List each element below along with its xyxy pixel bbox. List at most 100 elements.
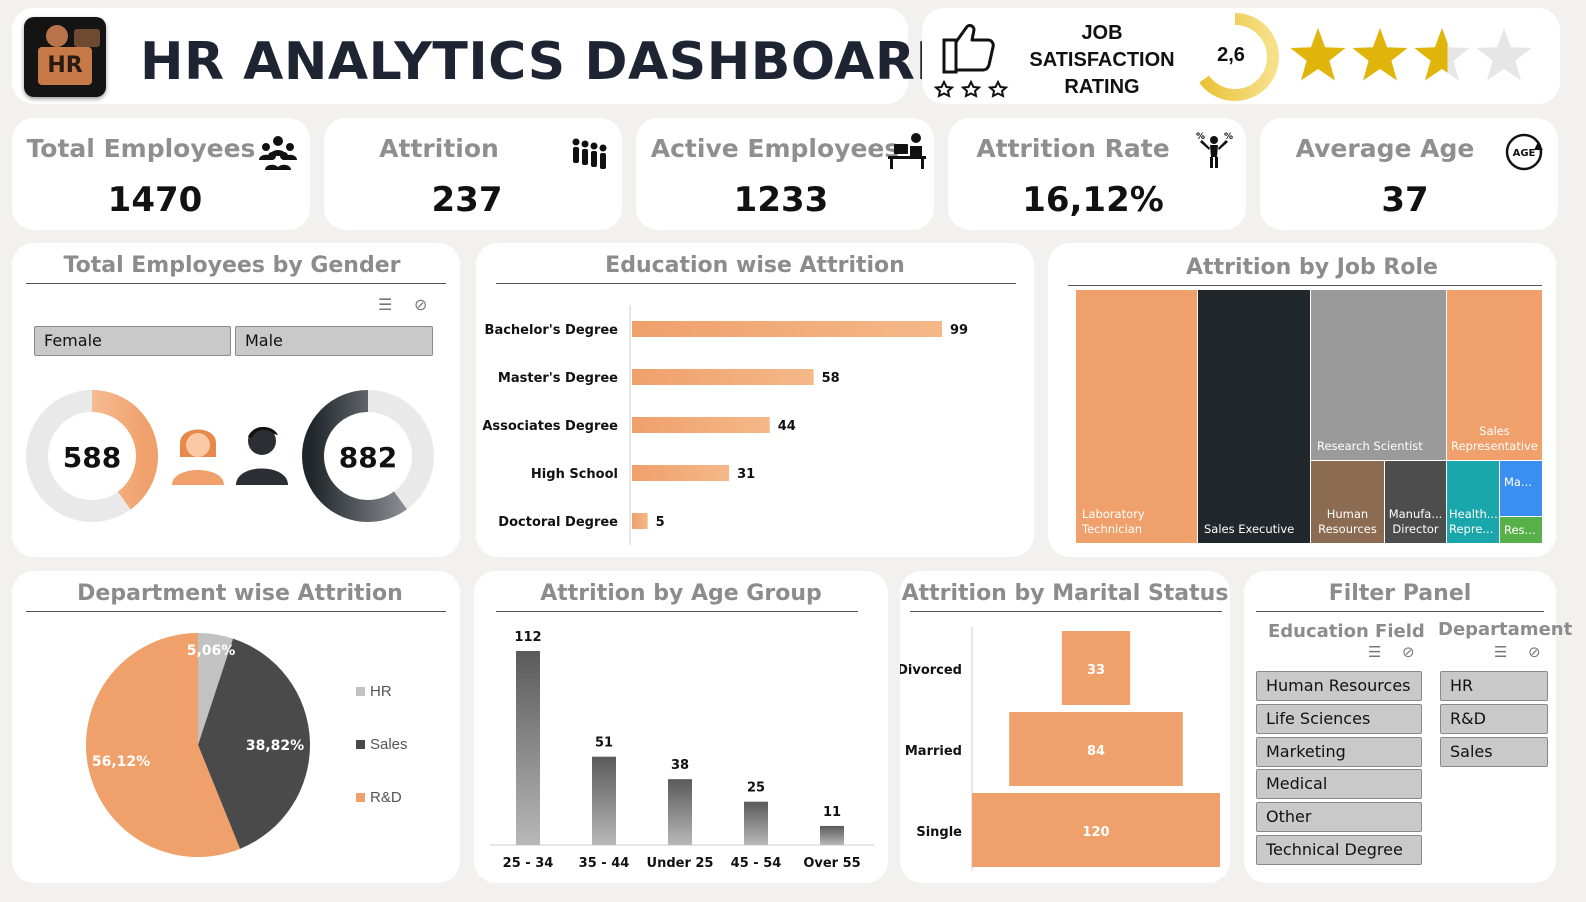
age-bar-45-54[interactable] xyxy=(744,801,768,845)
kpi-attrition: Attrition 237 xyxy=(324,118,622,230)
gender-title: Total Employees by Gender xyxy=(63,253,401,278)
filter-dept-sales[interactable]: Sales xyxy=(1440,737,1548,767)
age-bar-over-55[interactable] xyxy=(820,825,844,845)
job-satisfaction-card: JOB SATISFACTION RATING 2,6 xyxy=(922,8,1560,104)
filter-edu-marketing[interactable]: Marketing xyxy=(1256,737,1422,767)
kpi-value: 1233 xyxy=(733,180,829,220)
edu-bar-associates-degree[interactable] xyxy=(632,417,770,433)
marital-category-label: Single xyxy=(916,825,962,840)
edu-category-label: High School xyxy=(531,467,618,482)
education-clear-filter-icon[interactable]: ⊘ xyxy=(1402,643,1415,661)
legend-item-hr: HR xyxy=(356,683,408,736)
edu-bar-doctoral-degree[interactable] xyxy=(632,513,648,529)
job-role-treemap: Laboratory Technician Sales Executive Re… xyxy=(1076,290,1542,543)
clear-filter-icon[interactable]: ⊘ xyxy=(414,295,427,315)
marital-category-label: Married xyxy=(905,744,962,759)
edu-value-label: 44 xyxy=(778,419,796,434)
filter-edu-technical-degree[interactable]: Technical Degree xyxy=(1256,835,1422,865)
filter-edu-life-sciences[interactable]: Life Sciences xyxy=(1256,704,1422,734)
tile-label: Laboratory Technician xyxy=(1082,507,1145,536)
marital-title: Attrition by Marital Status xyxy=(901,581,1229,606)
tile-manager[interactable]: Ma... xyxy=(1500,461,1542,516)
marital-value-label: 84 xyxy=(1087,744,1105,759)
edu-value-label: 99 xyxy=(950,323,968,338)
job-role-panel: Attrition by Job Role Laboratory Technic… xyxy=(1048,243,1556,557)
job-role-title: Attrition by Job Role xyxy=(1186,255,1438,280)
department-multi-select-icon[interactable]: ☰ xyxy=(1494,643,1507,661)
tile-manufacturing-director[interactable]: Manufa... Director xyxy=(1385,461,1446,543)
pie-label-hr: 5,06% xyxy=(187,643,236,659)
female-person-icon xyxy=(172,429,224,485)
tile-laboratory-technician[interactable]: Laboratory Technician xyxy=(1076,290,1197,543)
age-bar-under-25[interactable] xyxy=(668,779,692,845)
filter-edu-other[interactable]: Other xyxy=(1256,802,1422,832)
tile-label: Manufa... Director xyxy=(1388,507,1443,536)
tile-label: Human Resources xyxy=(1318,507,1377,536)
department-clear-filter-icon[interactable]: ⊘ xyxy=(1528,643,1541,661)
tile-research-scientist[interactable]: Research Scientist xyxy=(1311,290,1446,460)
age-value-label: 25 xyxy=(747,781,765,796)
kpi-attrition-rate: Attrition Rate 16,12% % % xyxy=(948,118,1246,230)
edu-bar-bachelor-s-degree[interactable] xyxy=(632,321,942,337)
department-panel: Department wise Attrition 5,06% 38,82% 56,… xyxy=(12,571,460,883)
filter-panel: Filter Panel Education Field ☰ ⊘ Departa… xyxy=(1244,571,1572,883)
age-value-label: 51 xyxy=(595,736,613,751)
star-2 xyxy=(1352,28,1408,81)
department-filter-title: Departament xyxy=(1438,619,1573,640)
tile-sales-executive[interactable]: Sales Executive xyxy=(1198,290,1310,543)
filter-edu-medical[interactable]: Medical xyxy=(1256,769,1422,799)
tile-label: Ma... xyxy=(1504,475,1532,489)
kpi-label: Attrition xyxy=(379,134,499,163)
employee-at-desk-icon xyxy=(888,133,926,169)
kpi-label: Average Age xyxy=(1295,134,1475,163)
kpi-value: 1470 xyxy=(107,180,203,220)
star-3 xyxy=(1414,28,1470,81)
gender-option-male[interactable]: Male xyxy=(235,326,433,356)
tile-label: Research Scientist xyxy=(1317,439,1423,453)
edu-bar-master-s-degree[interactable] xyxy=(632,369,814,385)
gender-panel: Total Employees by Gender ☰ ⊘ Female Mal… xyxy=(12,243,460,557)
age-value-label: 11 xyxy=(823,805,841,820)
education-multi-select-icon[interactable]: ☰ xyxy=(1368,643,1381,661)
age-category-label: 35 - 44 xyxy=(579,856,630,871)
gender-option-female[interactable]: Female xyxy=(34,326,231,356)
age-bar-25-34[interactable] xyxy=(516,651,540,845)
tile-research-director[interactable]: Res... xyxy=(1500,517,1542,543)
filter-panel-title: Filter Panel xyxy=(1328,581,1472,606)
kpi-label: Active Employees xyxy=(650,134,900,163)
age-value-label: 112 xyxy=(514,630,541,645)
kpi-label: Total Employees xyxy=(26,134,256,163)
multi-select-icon[interactable]: ☰ xyxy=(378,295,392,315)
filter-dept-rd[interactable]: R&D xyxy=(1440,704,1548,734)
star-1 xyxy=(1290,28,1346,81)
marital-panel: Attrition by Marital Status Divorced 33 Ma… xyxy=(900,571,1230,883)
edu-bar-high-school[interactable] xyxy=(632,465,730,481)
age-category-label: Over 55 xyxy=(803,856,860,871)
tile-label: Sales Representative xyxy=(1451,424,1538,453)
pie-legend: HR Sales R&D xyxy=(356,683,408,842)
age-category-label: Under 25 xyxy=(647,856,714,871)
tile-label: Res... xyxy=(1504,523,1536,537)
edu-value-label: 31 xyxy=(737,467,755,482)
pie-label-r-d: 56,12% xyxy=(92,754,150,770)
male-count: 882 xyxy=(338,441,398,474)
filter-edu-human-resources[interactable]: Human Resources xyxy=(1256,671,1422,701)
satisfaction-value: 2,6 xyxy=(1217,44,1245,66)
age-category-label: 45 - 54 xyxy=(731,856,782,871)
svg-text:%: % xyxy=(1196,132,1205,142)
filter-dept-hr[interactable]: HR xyxy=(1440,671,1548,701)
marital-category-label: Divorced xyxy=(900,663,962,678)
age-bar-35-44[interactable] xyxy=(592,756,616,845)
tile-human-resources[interactable]: Human Resources xyxy=(1311,461,1384,543)
people-leaving-icon xyxy=(572,138,607,169)
tile-healthcare-representative[interactable]: Health... Repre... xyxy=(1447,461,1499,543)
title-bar: HR HR ANALYTICS DASHBOARD xyxy=(12,8,959,104)
female-count: 588 xyxy=(62,441,122,474)
job-satisfaction-label: JOB SATISFACTION RATING xyxy=(1029,22,1175,98)
pie-label-sales: 38,82% xyxy=(246,738,304,754)
education-title: Education wise Attrition xyxy=(605,253,905,278)
percent-person-icon: % % xyxy=(1196,132,1233,168)
kpi-total-employees: Total Employees 1470 xyxy=(12,118,310,230)
kpi-value: 237 xyxy=(431,180,503,220)
tile-sales-representative[interactable]: Sales Representative xyxy=(1447,290,1542,460)
